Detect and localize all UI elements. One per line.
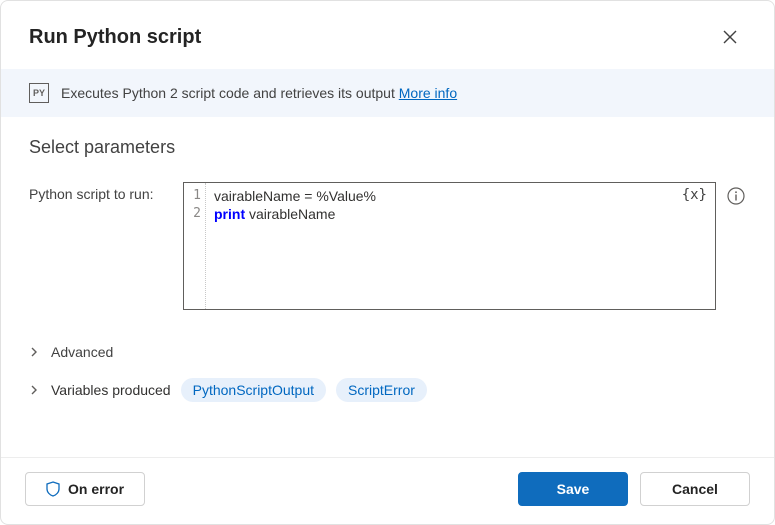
keyword-print: print: [214, 206, 245, 222]
advanced-label: Advanced: [51, 344, 113, 360]
dialog: Run Python script PY Executes Python 2 s…: [0, 0, 775, 525]
script-label: Python script to run:: [29, 182, 169, 202]
info-banner: PY Executes Python 2 script code and ret…: [1, 69, 774, 117]
chevron-right-icon[interactable]: [29, 385, 41, 395]
field-info-button[interactable]: [726, 186, 746, 206]
code-editor[interactable]: 1 2 vairableName = %Value% print vairabl…: [183, 182, 716, 310]
on-error-label: On error: [68, 481, 124, 497]
banner-text: Executes Python 2 script code and retrie…: [61, 85, 395, 101]
code-line-1: vairableName = %Value%: [214, 187, 707, 205]
line-gutter: 1 2: [184, 183, 206, 309]
variable-chip[interactable]: ScriptError: [336, 378, 427, 402]
editor-wrap: 1 2 vairableName = %Value% print vairabl…: [183, 182, 746, 310]
banner-text-wrap: Executes Python 2 script code and retrie…: [61, 85, 457, 101]
save-button[interactable]: Save: [518, 472, 628, 506]
shield-icon: [46, 481, 60, 497]
variables-produced-label: Variables produced: [51, 382, 171, 398]
insert-variable-button[interactable]: {x}: [682, 187, 707, 203]
chevron-right-icon: [29, 347, 41, 357]
code-line-2: print vairableName: [214, 205, 707, 223]
close-button[interactable]: [714, 21, 746, 53]
close-icon: [723, 30, 737, 44]
gutter-line-2: 2: [184, 205, 201, 223]
more-info-link[interactable]: More info: [399, 85, 457, 101]
dialog-header: Run Python script: [1, 1, 774, 69]
script-field-row: Python script to run: 1 2 vairableName =…: [29, 182, 746, 310]
cancel-label: Cancel: [672, 481, 718, 497]
on-error-button[interactable]: On error: [25, 472, 145, 506]
cancel-button[interactable]: Cancel: [640, 472, 750, 506]
gutter-line-1: 1: [184, 187, 201, 205]
code-lines: vairableName = %Value% print vairableNam…: [206, 183, 715, 309]
footer-right-buttons: Save Cancel: [518, 472, 750, 506]
advanced-expander[interactable]: Advanced: [29, 336, 746, 368]
save-label: Save: [557, 481, 590, 497]
dialog-body: Select parameters Python script to run: …: [1, 117, 774, 457]
section-title: Select parameters: [29, 137, 746, 158]
variable-chip[interactable]: PythonScriptOutput: [181, 378, 326, 402]
info-icon: [727, 187, 745, 205]
variables-produced-row: Variables produced PythonScriptOutput Sc…: [29, 368, 746, 412]
dialog-footer: On error Save Cancel: [1, 457, 774, 524]
python-icon: PY: [29, 83, 49, 103]
code-line-2-rest: vairableName: [245, 206, 335, 222]
dialog-title: Run Python script: [29, 26, 201, 49]
